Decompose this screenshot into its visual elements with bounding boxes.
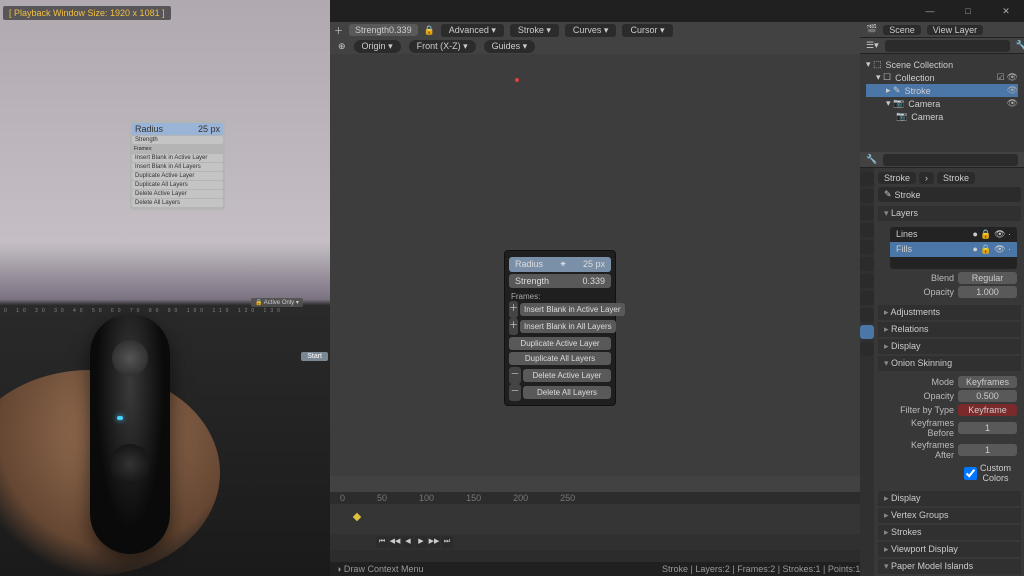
status-left: ◑ Draw Context Menu [336,564,423,574]
outliner-search-input[interactable] [885,40,1010,52]
props-search-input[interactable] [883,154,1018,166]
insert-blank-all-button[interactable]: Insert Blank in All Layers [520,320,616,333]
object-tab-icon[interactable] [860,257,874,271]
viewlayer-selector[interactable]: View Layer [927,25,983,35]
collection-row: ▾ ☐Collection☑👁 [866,71,1018,84]
keyframe-icon[interactable] [353,513,361,521]
delete-all-button[interactable]: Delete All Layers [523,386,611,399]
maximize-icon[interactable]: □ [954,3,982,19]
breadcrumb: Stroke›Stroke [878,172,1021,184]
custom-colors-checkbox[interactable] [964,467,977,480]
cursor-dropdown[interactable]: Cursor [622,24,672,37]
layer-opacity-slider[interactable]: 1.000 [958,286,1017,298]
layer-lines[interactable]: Lines● 🔒 👁 · [890,227,1017,242]
onion-mode-select[interactable]: Keyframes [958,376,1017,388]
scene-selector[interactable]: Scene [883,25,921,35]
play-rev-icon[interactable]: ◀ [402,536,414,548]
layers-panel: Layers Lines● 🔒 👁 · Fills● 🔒 👁 · BlendRe… [878,206,1021,303]
constraints-tab-icon[interactable] [860,308,874,322]
world-tab-icon[interactable] [860,240,874,254]
layer-fills[interactable]: Fills● 🔒 👁 · [890,242,1017,257]
stroke-row[interactable]: ▸ ✎Stroke👁 [866,84,1018,97]
datablock-selector[interactable]: ✎ Stroke [878,187,1021,202]
cursor-3d-icon [515,78,519,82]
scene-collection-row: ▾ ⬚Scene Collection [866,58,1018,71]
right-sidebar: 🎬 Scene View Layer ☰▾ 🔧 ▾ ⬚Scene Collect… [860,22,1024,576]
onion-skinning-panel: Onion Skinning ModeKeyframes Opacity0.50… [878,356,1021,489]
origin-selector[interactable]: Origin [354,40,401,53]
delete-active-button[interactable]: Delete Active Layer [523,369,611,382]
relations-panel[interactable]: Relations [878,322,1021,337]
lock-icon[interactable]: 🔒 [424,25,435,36]
strength-slider[interactable]: Strength0.339 [509,274,611,288]
frames-section-label: Frames: [509,290,611,301]
stroke-dropdown[interactable]: Stroke [510,24,559,37]
strokes-panel[interactable]: Strokes [878,525,1021,540]
viewport-display-panel[interactable]: Viewport Display [878,542,1021,557]
outliner-mode-icon[interactable]: ☰▾ [866,40,879,51]
fx-tab-icon[interactable] [860,291,874,305]
next-key-icon[interactable]: ▶▶ [428,536,440,548]
camera-data-row[interactable]: 📷Camera [866,110,1018,123]
properties-editor: Stroke›Stroke ✎ Stroke Layers Lines● 🔒 👁… [860,168,1024,576]
onion-opacity-slider[interactable]: 0.500 [958,390,1017,402]
draw-context-menu[interactable]: Radius⌖25 px Strength0.339 Frames: ＋Inse… [504,250,616,406]
mini-start-label: Start [301,352,328,361]
playback-controls: ⏮ ◀◀ ◀ ▶ ▶▶ ⏭ [376,536,453,548]
axis-icon[interactable]: ⊕ [338,41,346,52]
output-tab-icon[interactable] [860,189,874,203]
outliner[interactable]: ▾ ⬚Scene Collection ▾ ☐Collection☑👁 ▸ ✎S… [860,54,1024,152]
strength-field[interactable]: Strength0.339 [349,24,418,36]
display-panel[interactable]: Display [878,339,1021,354]
properties-tabs [860,168,874,576]
vertex-groups-panel[interactable]: Vertex Groups [878,508,1021,523]
duplicate-active-button[interactable]: Duplicate Active Layer [509,337,611,350]
gp-layers-list[interactable]: Lines● 🔒 👁 · Fills● 🔒 👁 · [890,227,1017,269]
view-plane-selector[interactable]: Front (X-Z) [409,40,476,53]
viewlayer-tab-icon[interactable] [860,206,874,220]
blend-mode-select[interactable]: Regular [958,272,1017,284]
advanced-dropdown[interactable]: Advanced [441,24,504,37]
filter-icon[interactable]: 🔧 [1016,40,1024,51]
keyframes-before-field[interactable]: 1 [958,422,1017,434]
remote-controller [90,314,170,554]
prev-key-icon[interactable]: ◀◀ [389,536,401,548]
mini-context-menu-mirror: Radius 25 px Strength Frames: Insert Bla… [130,120,225,210]
insert-blank-active-button[interactable]: Insert Blank in Active Layer [520,303,625,316]
modifiers-tab-icon[interactable] [860,274,874,288]
camera-row[interactable]: ▾ 📷Camera👁 [866,97,1018,110]
curves-dropdown[interactable]: Curves [565,24,617,37]
jump-start-icon[interactable]: ⏮ [376,536,388,548]
scene-icon[interactable]: 🎬 [866,24,877,35]
render-tab-icon[interactable] [860,172,874,186]
duplicate-all-button[interactable]: Duplicate All Layers [509,352,611,365]
playback-region: [ Playback Window Size: 1920 x 1081 ] Ra… [0,0,330,576]
active-only-badge: 🔒 Active Only ▾ [251,298,303,307]
minimize-icon[interactable]: — [916,3,944,19]
material-tab-icon[interactable] [860,342,874,356]
keyframes-after-field[interactable]: 1 [958,444,1017,456]
window-titlebar: — □ ✕ [330,0,1024,22]
data-tab-icon[interactable] [860,325,874,339]
onion-filter-select[interactable]: Keyframe [958,404,1017,416]
play-icon[interactable]: ▶ [415,536,427,548]
close-icon[interactable]: ✕ [992,3,1020,19]
add-tab-icon[interactable]: ＋ [334,24,343,37]
mini-ticks: 0 10 20 30 40 50 60 70 80 90 100 110 120… [0,308,330,318]
radius-slider[interactable]: Radius⌖25 px [509,257,611,272]
guides-selector[interactable]: Guides [484,40,536,53]
adjustments-panel[interactable]: Adjustments [878,305,1021,320]
scene-tab-icon[interactable] [860,223,874,237]
props-icon[interactable]: 🔧 [866,154,877,165]
onion-display-panel[interactable]: Display [878,491,1021,506]
jump-end-icon[interactable]: ⏭ [441,536,453,548]
paper-model-panel[interactable]: Paper Model Islands [878,559,1021,574]
playback-label: [ Playback Window Size: 1920 x 1081 ] [3,6,171,20]
